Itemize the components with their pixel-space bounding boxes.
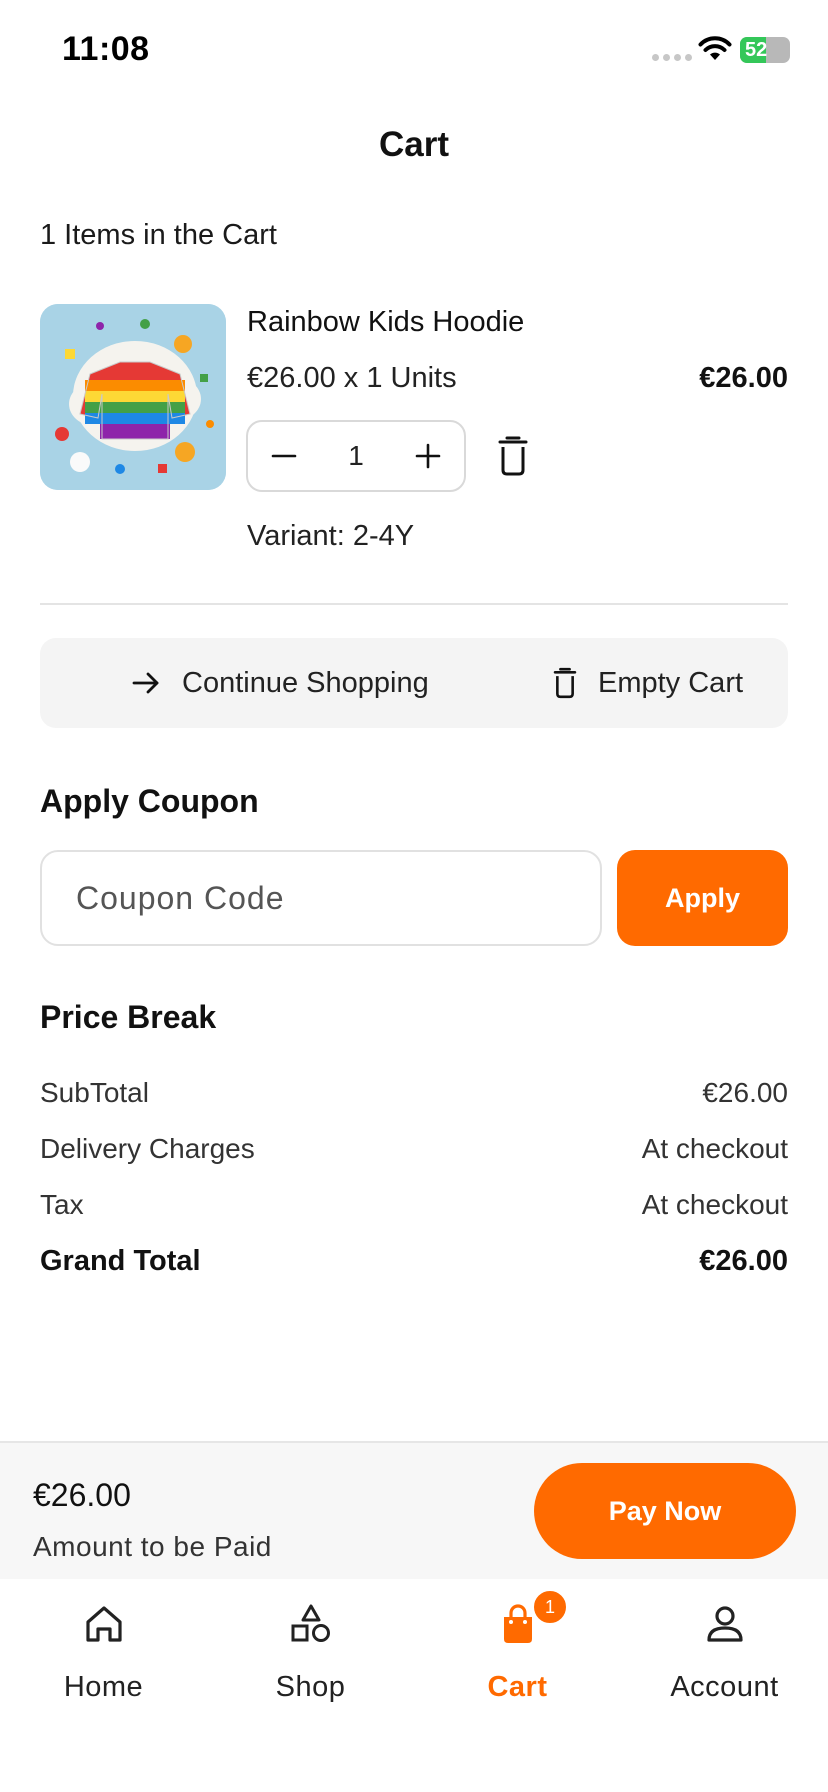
cart-count-badge: 1: [532, 1589, 568, 1625]
plus-icon: [415, 443, 441, 469]
unit-price: €26.00 x 1 Units: [247, 362, 457, 394]
coupon-code-input[interactable]: [40, 850, 602, 946]
wifi-icon: [698, 36, 732, 60]
cart-actions-bar: Continue Shopping Empty Cart: [40, 638, 788, 728]
nav-item-home[interactable]: Home: [0, 1579, 207, 1719]
grand-total-label: Grand Total: [40, 1245, 201, 1277]
user-icon: [707, 1606, 743, 1642]
battery-percent: 52: [745, 39, 768, 61]
nav-label: Account: [670, 1671, 779, 1703]
bottom-navigation: Home Shop 1 Cart Account: [0, 1579, 828, 1792]
subtotal-row: SubTotal €26.00: [40, 1077, 788, 1109]
empty-cart-label: Empty Cart: [598, 666, 744, 699]
nav-label: Shop: [275, 1671, 346, 1703]
delivery-charges-row: Delivery Charges At checkout: [40, 1133, 788, 1165]
amount-to-pay: €26.00: [33, 1477, 131, 1513]
price-break-heading: Price Break: [40, 999, 217, 1035]
grand-total-row: Grand Total €26.00: [40, 1245, 788, 1278]
amount-caption: Amount to be Paid: [33, 1531, 272, 1562]
nav-item-shop[interactable]: Shop: [207, 1579, 414, 1719]
price-row-label: SubTotal: [40, 1077, 149, 1108]
pay-now-button[interactable]: Pay Now: [534, 1463, 796, 1559]
quantity-stepper: 1: [246, 420, 466, 492]
increase-quantity-button[interactable]: [414, 442, 442, 470]
nav-label: Cart: [487, 1671, 548, 1703]
decrease-quantity-button[interactable]: [270, 442, 298, 470]
product-image[interactable]: [40, 304, 226, 490]
price-row-value: At checkout: [641, 1133, 788, 1164]
payment-bar: €26.00 Amount to be Paid Pay Now: [0, 1441, 828, 1579]
tax-row: Tax At checkout: [40, 1189, 788, 1221]
shapes-icon: [291, 1604, 330, 1642]
apply-coupon-heading: Apply Coupon: [40, 783, 259, 819]
arrow-right-icon: [132, 672, 159, 694]
home-icon: [86, 1606, 122, 1642]
minus-icon: [271, 454, 297, 458]
price-row-label: Tax: [40, 1189, 84, 1220]
quantity-value: 1: [348, 440, 364, 471]
trash-icon: [553, 667, 577, 699]
variant-label: Variant: 2-4Y: [247, 520, 415, 552]
grand-total-value: €26.00: [699, 1245, 788, 1277]
remove-item-button[interactable]: [496, 436, 530, 476]
rainbow-sweater-image: [40, 304, 226, 490]
nav-item-cart[interactable]: 1 Cart: [414, 1579, 621, 1719]
cellular-signal-icon: [652, 54, 692, 61]
apply-coupon-button[interactable]: Apply: [617, 850, 788, 946]
nav-item-account[interactable]: Account: [621, 1579, 828, 1719]
items-count: 1 Items in the Cart: [40, 219, 277, 251]
trash-icon: [498, 436, 528, 476]
battery-icon: 52: [740, 37, 790, 63]
continue-shopping-label: Continue Shopping: [182, 666, 429, 699]
status-time: 11:08: [62, 30, 150, 68]
price-row-value: At checkout: [641, 1189, 788, 1220]
empty-cart-button[interactable]: Empty Cart: [552, 638, 743, 728]
continue-shopping-button[interactable]: Continue Shopping: [130, 638, 429, 728]
cart-screen: 11:08 52 Cart 1 Items in the Cart Rainbo…: [0, 0, 828, 1792]
divider: [40, 603, 788, 605]
price-row-label: Delivery Charges: [40, 1133, 255, 1164]
price-row-value: €26.00: [702, 1077, 788, 1108]
page-title: Cart: [378, 125, 450, 164]
product-name[interactable]: Rainbow Kids Hoodie: [247, 306, 524, 339]
nav-label: Home: [63, 1671, 144, 1703]
item-total: €26.00: [699, 362, 788, 394]
status-bar: 11:08 52: [0, 0, 828, 100]
